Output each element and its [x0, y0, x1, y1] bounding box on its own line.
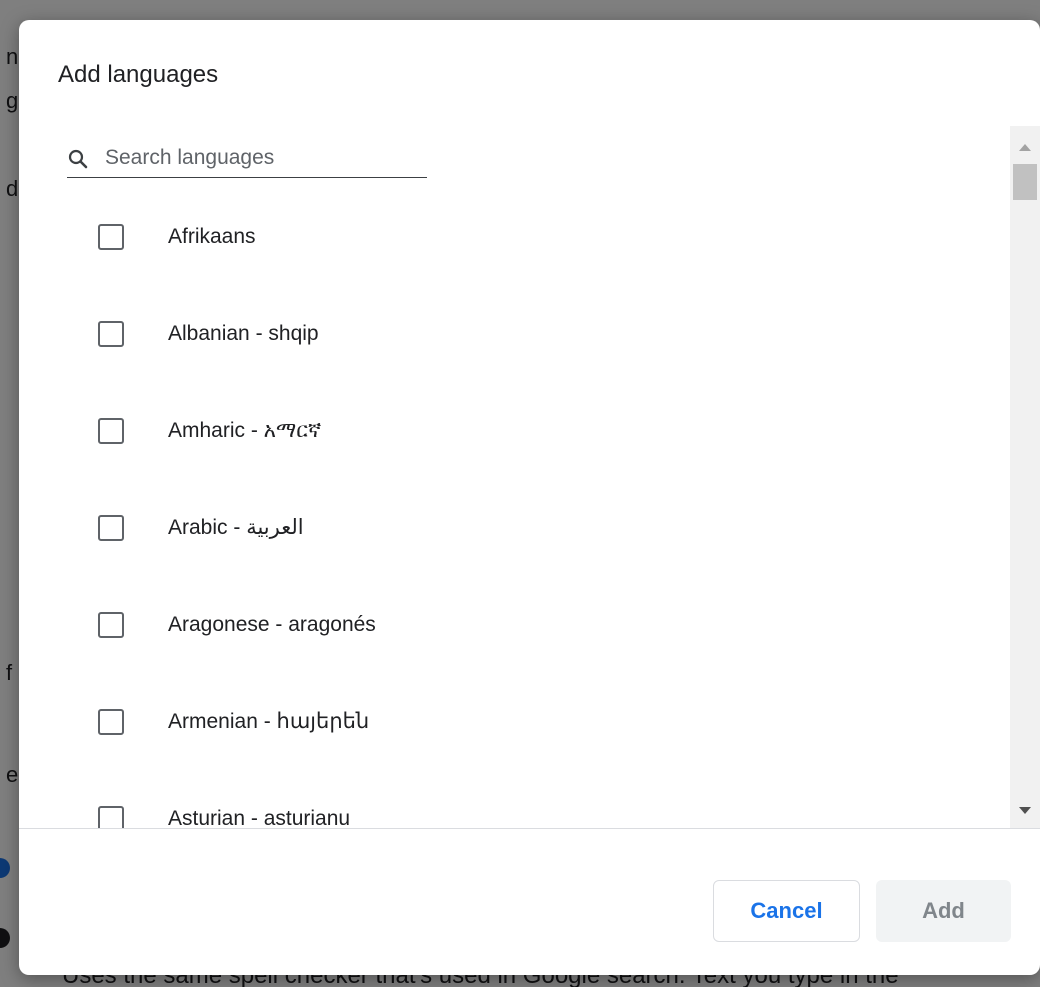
language-label: Amharic - አማርኛ: [168, 419, 322, 442]
language-list: Afrikaans Albanian - shqip Amharic - አማር…: [19, 176, 1009, 828]
language-item-aragonese[interactable]: Aragonese - aragonés: [19, 564, 1009, 661]
language-checkbox[interactable]: [98, 321, 124, 347]
dialog-title: Add languages: [58, 61, 219, 88]
language-label: Asturian - asturianu: [168, 807, 351, 828]
language-checkbox[interactable]: [98, 806, 124, 828]
language-label: Afrikaans: [168, 225, 256, 248]
language-item-albanian[interactable]: Albanian - shqip: [19, 273, 1009, 370]
search-icon: [67, 148, 89, 170]
dialog-body: Afrikaans Albanian - shqip Amharic - አማር…: [19, 126, 1040, 828]
cancel-button[interactable]: Cancel: [713, 880, 860, 942]
language-item-arabic[interactable]: Arabic - العربية: [19, 467, 1009, 564]
language-item-amharic[interactable]: Amharic - አማርኛ: [19, 370, 1009, 467]
language-checkbox[interactable]: [98, 709, 124, 735]
language-label: Armenian - հայերեն: [168, 710, 370, 733]
scroll-up-arrow-icon[interactable]: [1019, 144, 1031, 151]
scrollbar-thumb[interactable]: [1013, 164, 1037, 200]
search-input[interactable]: [105, 142, 423, 174]
add-languages-dialog: Add languages Afrikaans Albanian - shqip: [19, 20, 1040, 975]
language-label: Aragonese - aragonés: [168, 613, 376, 636]
language-checkbox[interactable]: [98, 515, 124, 541]
language-checkbox[interactable]: [98, 612, 124, 638]
language-item-afrikaans[interactable]: Afrikaans: [19, 176, 1009, 273]
language-label: Arabic - العربية: [168, 516, 304, 539]
search-box: [67, 138, 427, 178]
language-item-armenian[interactable]: Armenian - հայերեն: [19, 661, 1009, 758]
vertical-scrollbar[interactable]: [1010, 126, 1040, 828]
language-label: Albanian - shqip: [168, 322, 319, 345]
footer-divider: [19, 828, 1040, 829]
language-checkbox[interactable]: [98, 418, 124, 444]
language-checkbox[interactable]: [98, 224, 124, 250]
add-button[interactable]: Add: [876, 880, 1011, 942]
language-item-asturian[interactable]: Asturian - asturianu: [19, 758, 1009, 828]
scroll-down-arrow-icon[interactable]: [1019, 807, 1031, 814]
